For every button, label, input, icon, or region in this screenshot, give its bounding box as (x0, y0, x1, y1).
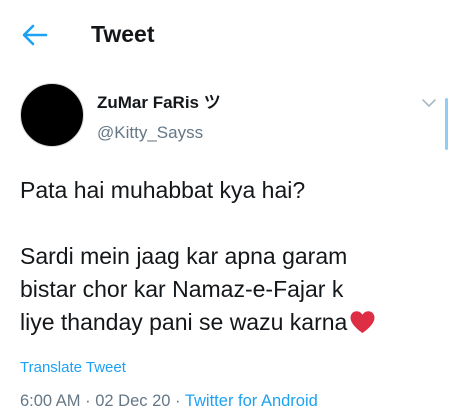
avatar[interactable] (20, 83, 84, 147)
tweet-menu-button[interactable] (420, 96, 438, 110)
tweet-text-line: Pata hai muhabbat kya hai? (20, 177, 306, 203)
tweet-source-link[interactable]: Twitter for Android (185, 392, 318, 410)
tweet-text: Pata hai muhabbat kya hai? Sardi mein ja… (20, 174, 445, 339)
author-handle[interactable]: @Kitty_Sayss (97, 122, 203, 144)
page-title: Tweet (91, 21, 155, 47)
chevron-down-icon (422, 99, 436, 107)
tweet-text-line: bistar chor kar Namaz-e-Fajar k (20, 276, 344, 302)
translate-tweet-link[interactable]: Translate Tweet (20, 358, 126, 378)
red-heart-icon (350, 311, 375, 333)
tweet-text-line: Sardi mein jaag kar apna garam (20, 243, 348, 269)
arrow-left-icon (22, 24, 48, 46)
tweet-meta: 6:00 AM · 02 Dec 20 · Twitter for Androi… (20, 390, 318, 412)
app-header: Tweet (0, 0, 450, 70)
tweet-text-line: liye thanday pani se wazu karna (20, 309, 348, 335)
tweet-text-last-line: liye thanday pani se wazu karna (20, 306, 445, 339)
scrollbar[interactable] (445, 98, 448, 150)
tweet-date: 02 Dec 20 (95, 392, 171, 410)
tweet-time: 6:00 AM (20, 392, 81, 410)
author-display-name[interactable]: ZuMar FaRis ツ (97, 92, 221, 114)
meta-separator: · (85, 392, 91, 410)
meta-separator: · (175, 392, 181, 410)
back-button[interactable] (20, 22, 50, 48)
